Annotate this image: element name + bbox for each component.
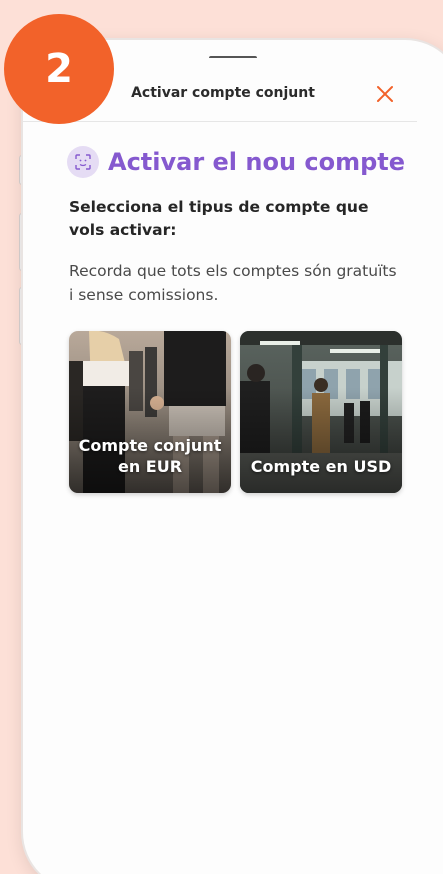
- stage: Activar compte conjunt Activar el nou co…: [0, 0, 443, 874]
- step-number-badge: 2: [4, 14, 114, 124]
- face-scan-icon: [67, 146, 99, 178]
- page-subtitle: Selecciona el tipus de compte que vols a…: [69, 198, 369, 239]
- phone-frame: Activar compte conjunt Activar el nou co…: [23, 40, 443, 874]
- free-accounts-note: Recorda que tots els comptes són gratuït…: [69, 262, 397, 304]
- close-button[interactable]: [373, 82, 397, 106]
- account-option-usd[interactable]: Compte en USD: [240, 331, 402, 493]
- page-title: Activar el nou compte: [108, 148, 406, 176]
- header-title: Activar compte conjunt: [131, 85, 315, 101]
- account-option-eur-joint[interactable]: Compte conjunt en EUR: [69, 331, 231, 493]
- account-option-label: Compte conjunt en EUR: [78, 436, 222, 476]
- account-option-label: Compte en USD: [250, 457, 392, 476]
- page-title-row: Activar el nou compte: [67, 144, 405, 180]
- close-icon: [377, 86, 393, 102]
